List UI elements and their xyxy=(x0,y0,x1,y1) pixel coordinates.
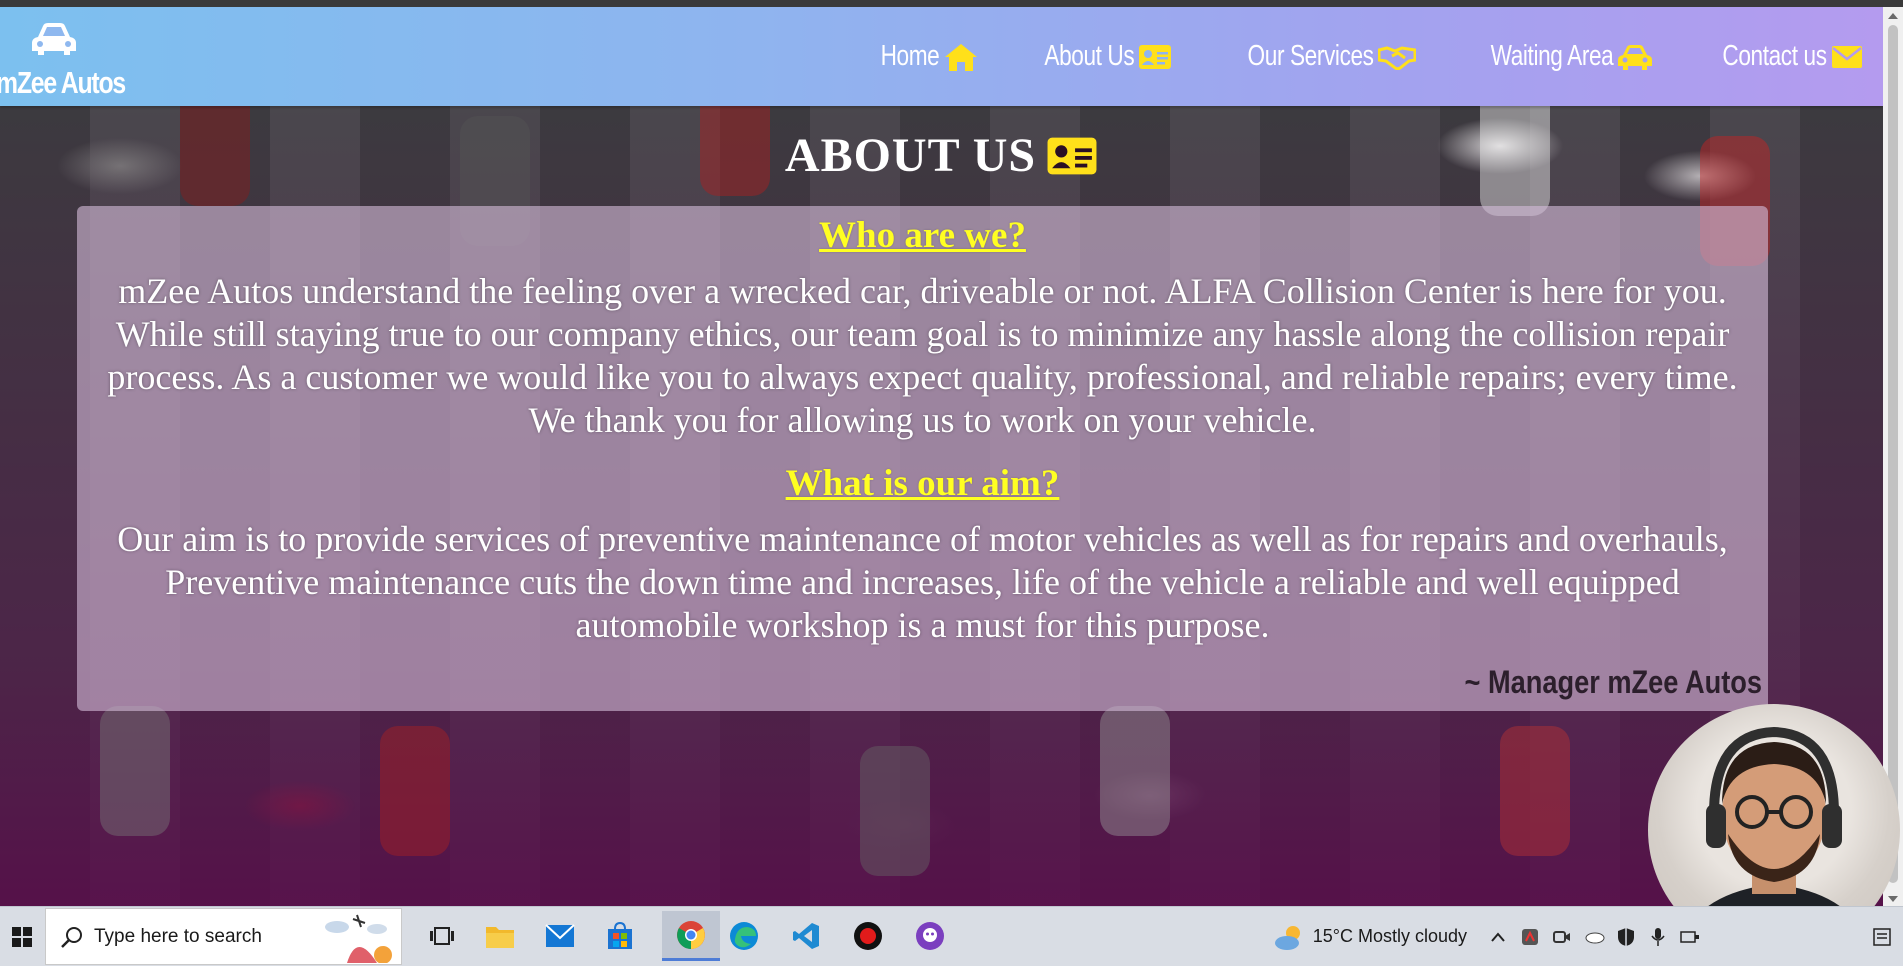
scroll-up-arrow-icon[interactable] xyxy=(1888,13,1898,19)
store-icon xyxy=(608,922,632,949)
vscode-button[interactable] xyxy=(786,916,826,956)
car-icon xyxy=(1618,44,1653,70)
handshake-icon xyxy=(1378,45,1417,70)
mail-icon xyxy=(545,924,575,947)
chrome-button[interactable] xyxy=(662,911,720,961)
nav-about-label: About Us xyxy=(1044,40,1135,72)
weather-text[interactable]: 15°C Mostly cloudy xyxy=(1313,926,1467,947)
app-tray-icon[interactable] xyxy=(1519,926,1541,948)
weather-cloudy-icon[interactable] xyxy=(1273,923,1305,951)
file-explorer-button[interactable] xyxy=(480,916,520,956)
scroll-down-arrow-icon[interactable] xyxy=(1888,896,1898,902)
scroll-thumb[interactable] xyxy=(1888,25,1898,883)
notifications-icon[interactable] xyxy=(1871,926,1893,948)
recorder-button[interactable] xyxy=(848,916,888,956)
task-view-button[interactable] xyxy=(422,916,462,956)
browser-top-edge xyxy=(0,0,1903,7)
file-explorer-icon xyxy=(486,927,514,948)
brand-logo[interactable]: mZee Autos xyxy=(0,13,126,103)
signature: ~ Manager mZee Autos xyxy=(1464,664,1762,700)
vscode-icon xyxy=(793,923,819,949)
record-icon xyxy=(854,922,882,950)
nav-services[interactable]: Our Services xyxy=(1212,40,1417,73)
search-placeholder: Type here to search xyxy=(94,926,262,947)
navbar: mZee Autos Home About Us Our Services Wa… xyxy=(0,7,1883,106)
who-body: mZee Autos understand the feeling over a… xyxy=(107,271,1738,440)
search-highlight-illustration-icon xyxy=(325,914,392,963)
security-shield-icon[interactable] xyxy=(1615,926,1637,948)
taskbar-search-box[interactable]: Type here to search xyxy=(45,908,402,965)
about-card: Who are we? mZee Autos understand the fe… xyxy=(77,206,1768,711)
chrome-icon xyxy=(677,920,705,949)
windows-taskbar: Type here to search 15°C Mostly cloudy xyxy=(0,906,1903,966)
id-card-icon xyxy=(1139,44,1172,69)
page-title: ABOUT US xyxy=(0,128,1883,183)
store-button[interactable] xyxy=(600,916,640,956)
envelope-icon xyxy=(1832,45,1862,68)
page-scrollbar[interactable] xyxy=(1883,7,1903,906)
car-logo-icon xyxy=(32,23,76,55)
microphone-icon[interactable] xyxy=(1647,926,1669,948)
aim-body: Our aim is to provide services of preven… xyxy=(117,519,1728,645)
nav-about[interactable]: About Us xyxy=(1019,40,1172,73)
nav-waiting-label: Waiting Area xyxy=(1490,40,1614,72)
nav-links: Home About Us Our Services Waiting Area … xyxy=(864,7,1883,106)
page-title-text: ABOUT US xyxy=(784,129,1037,182)
meet-now-icon[interactable] xyxy=(1551,926,1573,948)
search-icon xyxy=(61,927,82,948)
id-card-icon xyxy=(1047,137,1097,175)
mail-button[interactable] xyxy=(540,916,580,956)
home-icon xyxy=(945,43,978,71)
nav-home[interactable]: Home xyxy=(864,40,979,73)
github-desktop-icon xyxy=(916,922,944,950)
network-icon[interactable] xyxy=(1679,926,1701,948)
edge-icon xyxy=(730,922,758,950)
nav-waiting[interactable]: Waiting Area xyxy=(1456,40,1653,73)
edge-button[interactable] xyxy=(724,916,764,956)
who-heading: Who are we? xyxy=(819,215,1026,256)
aim-heading: What is our aim? xyxy=(785,463,1060,504)
brand-name: mZee Autos xyxy=(0,65,126,100)
onedrive-icon[interactable] xyxy=(1583,926,1605,948)
system-tray: 15°C Mostly cloudy xyxy=(1273,907,1903,966)
nav-services-label: Our Services xyxy=(1247,40,1375,72)
show-hidden-icons-icon[interactable] xyxy=(1487,926,1509,948)
nav-contact-label: Contact us xyxy=(1722,40,1828,72)
start-button[interactable] xyxy=(0,907,44,966)
task-view-icon xyxy=(430,927,454,945)
windows-logo-icon xyxy=(12,926,32,947)
github-desktop-button[interactable] xyxy=(910,916,950,956)
nav-home-label: Home xyxy=(880,40,940,72)
nav-contact[interactable]: Contact us xyxy=(1693,40,1863,73)
